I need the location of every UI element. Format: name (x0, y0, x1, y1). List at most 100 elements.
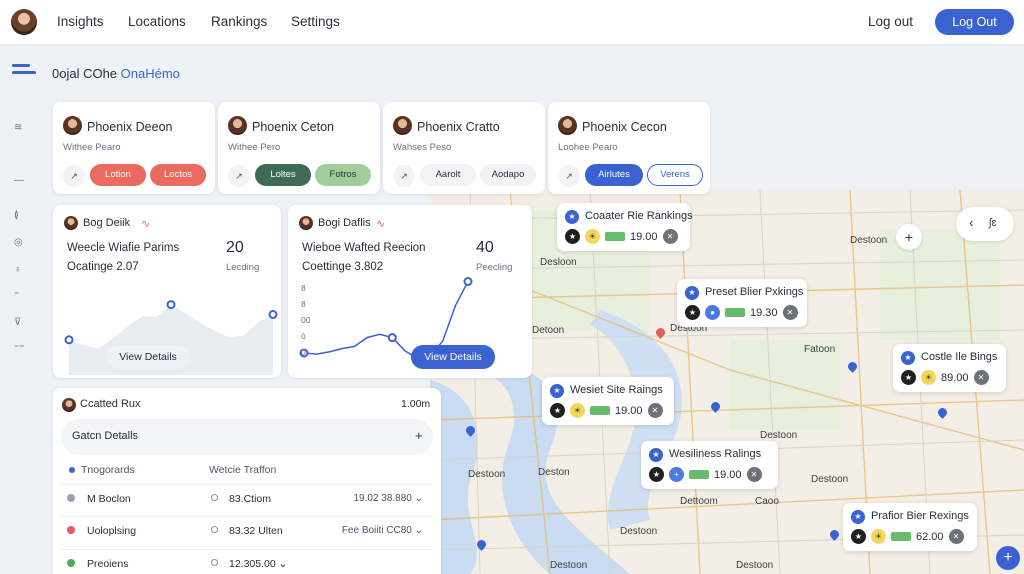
table-row[interactable]: Uoloplsing 83.32 Ulten Fee Boiiti CC80 ⌄ (61, 516, 433, 546)
money-icon (689, 470, 709, 479)
profile-name: Phoenix Cecon (582, 120, 667, 134)
close-icon[interactable]: ✕ (662, 229, 678, 244)
row-dropdown[interactable]: 19.02 38.880 ⌄ (353, 493, 423, 504)
rail-icon[interactable]: ⊽ (14, 317, 21, 328)
rail-icon[interactable]: ⁼ (14, 290, 19, 301)
star-icon: ★ (550, 403, 565, 418)
money-icon (605, 232, 625, 241)
column-header: Tnogorards (69, 464, 135, 476)
chart-card-name: Bogi Daflis (318, 217, 371, 229)
money-icon (891, 532, 911, 541)
profile-button-primary[interactable]: Airlutes (585, 164, 643, 186)
y-tick-label: ō (301, 331, 306, 341)
map-label: Detoon (532, 325, 565, 336)
avatar (558, 116, 577, 135)
radio-icon[interactable] (211, 559, 218, 566)
map-card[interactable]: ★ Wesiet Site Raings ★ ☀ 19.00 ✕ (542, 377, 674, 425)
traffic-table-card: Ccatted Rux 1.00m Gatcn Detalls + Tnogor… (53, 388, 441, 574)
details-expander[interactable]: Gatcn Detalls + (61, 419, 433, 455)
radio-icon[interactable] (211, 526, 218, 533)
profile-button-secondary[interactable]: Aodapo (480, 164, 536, 186)
avatar (63, 116, 82, 135)
map-card[interactable]: ★ Preset Blier Pxkings ★ ● 19.30 ✕ (677, 279, 807, 327)
y-tick-label: 00 (301, 315, 311, 325)
nav-insights[interactable]: Insights (57, 14, 104, 29)
map-label: Destoon (811, 474, 849, 485)
sun-icon: ☀ (585, 229, 600, 244)
chevron-left-icon[interactable]: ‹ (969, 214, 974, 230)
chart-big-number: 40 (476, 239, 494, 256)
profile-card[interactable]: Phoenix Cecon Loohee Pearo ↗ Airlutes Ve… (548, 102, 710, 194)
map-label: Destoon (760, 430, 798, 441)
avatar[interactable] (11, 9, 37, 35)
star-icon: ★ (649, 448, 663, 462)
rail-icon[interactable]: ◎ (14, 237, 23, 248)
nav-rankings[interactable]: Rankings (211, 14, 267, 29)
profile-card[interactable]: Phoenix Cratto Wahses Peso ↗ Aarolt Aoda… (383, 102, 545, 194)
rail-icon[interactable]: ⁼⁼ (14, 343, 25, 354)
zoom-in-button[interactable]: + (896, 224, 922, 250)
row-dropdown[interactable]: Fee Boiiti CC80 ⌄ (342, 525, 423, 536)
y-tick-label: 0 (301, 347, 306, 357)
trend-icon[interactable]: ↗ (393, 165, 415, 187)
close-icon[interactable]: ✕ (782, 305, 798, 320)
row-value: 83.Ctiom (229, 493, 272, 505)
profile-button-secondary[interactable]: Fotros (315, 164, 371, 186)
chart-point (64, 335, 74, 345)
rail-icon[interactable]: — (14, 175, 24, 186)
profile-button-secondary[interactable]: Loctos (150, 164, 206, 186)
sun-icon: ☀ (871, 529, 886, 544)
nav-settings[interactable]: Settings (291, 14, 340, 29)
profile-button-primary[interactable]: Lotion (90, 164, 146, 186)
row-name: M Boclon (87, 493, 131, 505)
profile-button-primary[interactable]: Aarolt (420, 164, 476, 186)
trend-icon: ∿ (376, 218, 386, 230)
rail-icon[interactable]: ≋ (14, 122, 22, 133)
trend-icon[interactable]: ↗ (228, 165, 250, 187)
close-icon[interactable]: ✕ (948, 529, 964, 544)
map-zoom-control[interactable]: ‹ ʃɛ (956, 207, 1014, 241)
top-nav: Insights Locations Rankings Settings Log… (0, 0, 1024, 45)
map-card-value: 62.00 (916, 530, 944, 543)
map-card-value: 19.00 (615, 404, 643, 417)
profile-card[interactable]: Phoenix Deeon Withee Pearo ↗ Lotion Loct… (53, 102, 215, 194)
add-fab-button[interactable]: + (996, 546, 1020, 570)
trend-icon[interactable]: ↗ (63, 165, 85, 187)
star-icon: ★ (851, 529, 866, 544)
map-card[interactable]: ★ Wesiliness Ralings ★ + 19.00 ✕ (641, 441, 778, 489)
y-tick-label: 8 (301, 299, 306, 309)
nav-locations[interactable]: Locations (128, 14, 186, 29)
star-icon: ★ (851, 510, 865, 524)
map-card[interactable]: ★ Coaater Rie Rankings ★ ☀ 19.00 ✕ (557, 203, 693, 251)
menu-icon[interactable] (12, 64, 36, 78)
avatar (228, 116, 247, 135)
chart-point (166, 300, 176, 310)
map-card-value: 19.00 (714, 468, 742, 481)
close-icon[interactable]: ✕ (647, 403, 663, 418)
profile-card[interactable]: Phoenix Ceton Withee Pero ↗ Loltes Fotro… (218, 102, 380, 194)
logout-button[interactable]: Log Out (935, 9, 1014, 35)
view-details-button[interactable]: View Details (411, 345, 495, 369)
close-icon[interactable]: ✕ (973, 370, 989, 385)
map-label: Fatoon (804, 344, 836, 355)
table-row[interactable]: Preoiens 12.305.00 ⌄ (61, 549, 433, 574)
radio-icon[interactable] (211, 494, 218, 501)
chart-subtitle: Ocatinge 2.07 (67, 261, 139, 273)
rail-icon[interactable]: ≬ (14, 210, 19, 221)
map-card[interactable]: ★ Prafior Bier Rexings ★ ☀ 62.00 ✕ (843, 503, 977, 551)
row-value: 12.305.00 ⌄ (229, 558, 288, 570)
profile-button-primary[interactable]: Loltes (255, 164, 311, 186)
row-name: Preoiens (87, 558, 129, 570)
map-card[interactable]: ★ Costle Ile Bings ★ ☀ 89.00 ✕ (893, 344, 1006, 392)
chart-card: Bog Deiik ∿ Weecle Wiafie Parims Ocating… (53, 205, 281, 378)
logout-link[interactable]: Log out (868, 14, 913, 29)
close-icon[interactable]: ✕ (746, 467, 762, 482)
trend-icon[interactable]: ↗ (558, 165, 580, 187)
table-row[interactable]: M Boclon 83.Ctiom 19.02 38.880 ⌄ (61, 484, 433, 514)
status-dot-icon (67, 559, 75, 567)
view-details-button[interactable]: View Details (106, 345, 190, 369)
chart-point (463, 277, 473, 286)
plus-icon[interactable]: + (415, 428, 423, 443)
rail-icon[interactable]: ♁ (14, 264, 22, 275)
profile-button-secondary[interactable]: Verens (647, 164, 703, 186)
